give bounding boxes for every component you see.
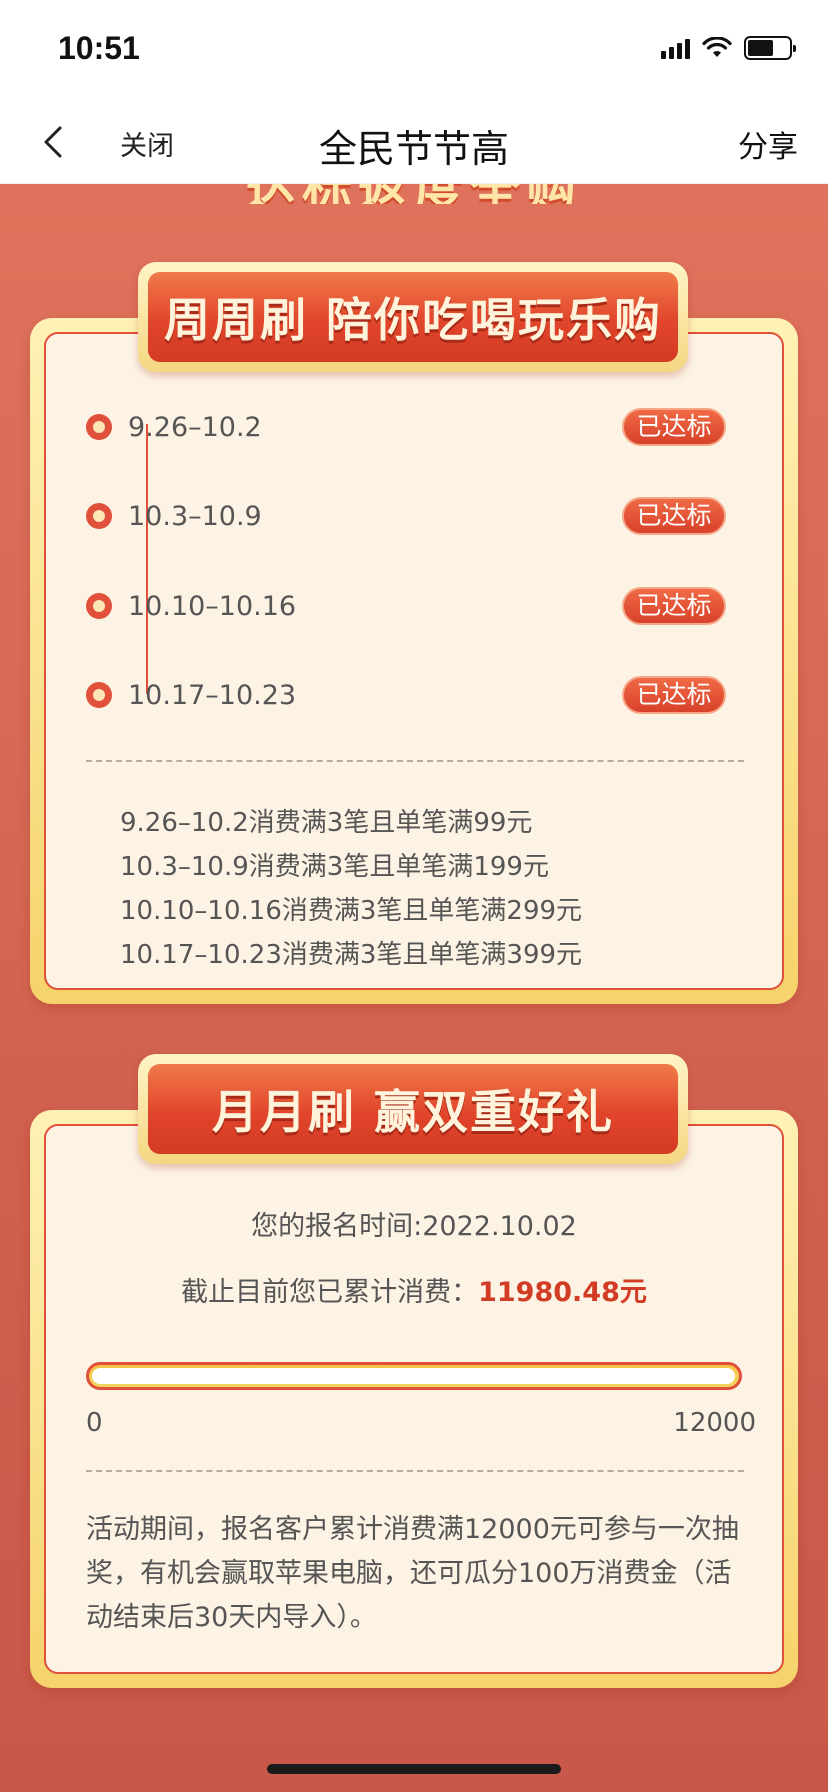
monthly-card-inner: 您的报名时间:2022.10.02 截止目前您已累计消费：11980.48元 0… [44,1124,784,1674]
top-banner-text: 达标返度全购 [0,184,828,204]
top-banner: 达标返度全购 [0,184,828,204]
status-badge: 已达标 [622,408,726,446]
week-range: 10.10–10.16 [128,591,297,622]
week-range: 10.3–10.9 [128,501,262,532]
spent-amount: 11980.48元 [478,1277,647,1308]
signup-time: 您的报名时间:2022.10.02 [46,1204,782,1243]
monthly-ribbon: 月月刷 赢双重好礼 [138,1054,688,1164]
timeline-dot [86,414,112,440]
spent-label: 截止目前您已累计消费： [181,1277,479,1308]
progress-bar [86,1362,742,1390]
week-row: 9.26–10.2 已达标 [46,408,782,448]
week-row: 10.17–10.23 已达标 [46,676,782,716]
signup-date: 2022.10.02 [422,1211,577,1242]
status-badge: 已达标 [622,497,726,535]
share-button[interactable]: 分享 [738,122,798,166]
nav-bar: 关闭 全民节节高 分享 [0,100,828,184]
rule-line: 10.10–10.16消费满3笔且单笔满299元 [120,896,583,926]
progress-min: 0 [86,1408,103,1438]
weekly-card: 9.26–10.2 已达标 10.3–10.9 已达标 10.10–10.16 … [30,318,798,1004]
spent-total: 截止目前您已累计消费：11980.48元 [46,1270,782,1309]
battery-icon [744,36,796,60]
timeline-line [146,424,148,694]
status-icons [661,36,796,60]
rule-line: 10.17–10.23消费满3笔且单笔满399元 [120,940,583,970]
signal-icon [661,37,690,59]
rule-line: 9.26–10.2消费满3笔且单笔满99元 [120,808,533,838]
signup-label: 您的报名时间: [251,1211,423,1242]
progress-max: 12000 [673,1408,756,1438]
weekly-card-inner: 9.26–10.2 已达标 10.3–10.9 已达标 10.10–10.16 … [44,332,784,990]
timeline-dot [86,503,112,529]
status-badge: 已达标 [622,676,726,714]
divider [86,760,744,762]
week-row: 10.3–10.9 已达标 [46,497,782,537]
weekly-ribbon-title: 周周刷 陪你吃喝玩乐购 [148,272,678,362]
status-badge: 已达标 [622,587,726,625]
timeline-dot [86,593,112,619]
divider [86,1470,744,1472]
week-row: 10.10–10.16 已达标 [46,587,782,627]
progress-fill [92,1368,735,1384]
monthly-card: 您的报名时间:2022.10.02 截止目前您已累计消费：11980.48元 0… [30,1110,798,1688]
weekly-ribbon: 周周刷 陪你吃喝玩乐购 [138,262,688,372]
home-indicator [267,1764,561,1774]
status-time: 10:51 [58,30,140,66]
status-bar: 10:51 [0,0,828,100]
week-range: 10.17–10.23 [128,680,297,711]
activity-description: 活动期间，报名客户累计消费满12000元可参与一次抽奖，有机会赢取苹果电脑，还可… [86,1514,739,1633]
monthly-ribbon-title: 月月刷 赢双重好礼 [148,1064,678,1154]
timeline-dot [86,682,112,708]
wifi-icon [702,37,732,57]
page-title: 全民节节高 [318,127,509,171]
rule-line: 10.3–10.9消费满3笔且单笔满199元 [120,852,549,882]
week-range: 9.26–10.2 [128,412,262,443]
